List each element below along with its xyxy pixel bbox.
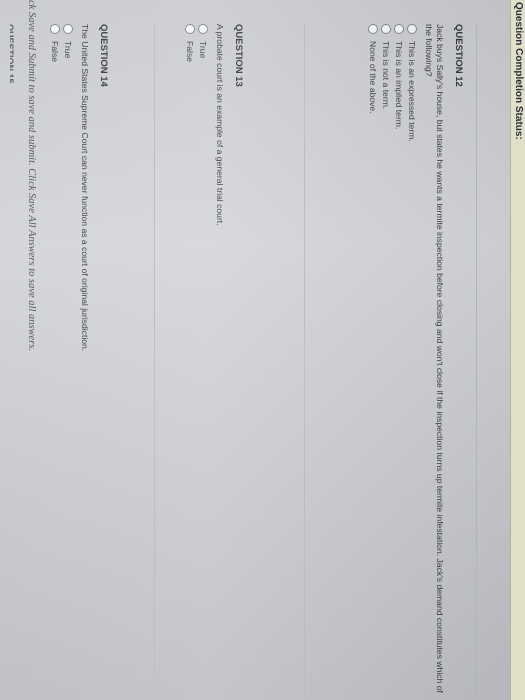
question-text: Jack buys Sally's house, but states he w… (424, 24, 445, 693)
answer-option[interactable]: True (62, 24, 75, 696)
answer-option[interactable]: False (184, 24, 197, 696)
photographed-screen: Question Completion Status: QUESTION 12 … (0, 0, 525, 700)
radio-button[interactable] (63, 24, 74, 34)
radio-button[interactable] (50, 24, 61, 34)
answer-option[interactable]: True (197, 24, 210, 696)
radio-button[interactable] (198, 24, 209, 34)
answer-option[interactable]: This is an expressed term. (406, 24, 419, 696)
rotated-page: Question Completion Status: QUESTION 12 … (0, 0, 525, 700)
radio-button[interactable] (407, 24, 418, 34)
answer-option[interactable]: This is not a term. (380, 24, 393, 696)
question-title: QUESTION 12 (453, 24, 464, 87)
submit-instructions: ck Save and Submit to save and submit. C… (26, 0, 37, 352)
question-14: QUESTION 14 The United States Supreme Co… (49, 24, 155, 696)
option-label: This is an implied term. (394, 41, 405, 130)
question-text: A probate court is an example of a gener… (215, 24, 225, 226)
question-15-title: QUESTION 15 (10, 24, 15, 84)
option-label: False (50, 41, 61, 63)
question-text: The United States Supreme Court can neve… (80, 24, 90, 352)
option-label: True (198, 41, 209, 59)
answer-option[interactable]: False (49, 24, 62, 696)
option-label: This is not a term. (381, 41, 392, 110)
question-title: QUESTION 13 (233, 24, 244, 87)
radio-button[interactable] (394, 24, 405, 34)
radio-button[interactable] (185, 24, 196, 34)
option-label: None of the above. (368, 41, 379, 114)
answer-option[interactable]: None of the above. (367, 24, 380, 696)
question-12: QUESTION 12 Jack buys Sally's house, but… (367, 24, 477, 696)
question-13: QUESTION 13 A probate court is an exampl… (184, 24, 305, 696)
answer-option[interactable]: This is an implied term. (393, 24, 406, 696)
status-label: Question Completion Status: (513, 2, 524, 140)
option-label: This is an expressed term. (407, 41, 418, 142)
question-title: QUESTION 14 (98, 24, 109, 87)
option-label: True (63, 41, 74, 59)
question-completion-status-bar: Question Completion Status: (510, 0, 525, 700)
radio-button[interactable] (381, 24, 392, 34)
radio-button[interactable] (368, 24, 379, 34)
option-label: False (185, 41, 196, 63)
